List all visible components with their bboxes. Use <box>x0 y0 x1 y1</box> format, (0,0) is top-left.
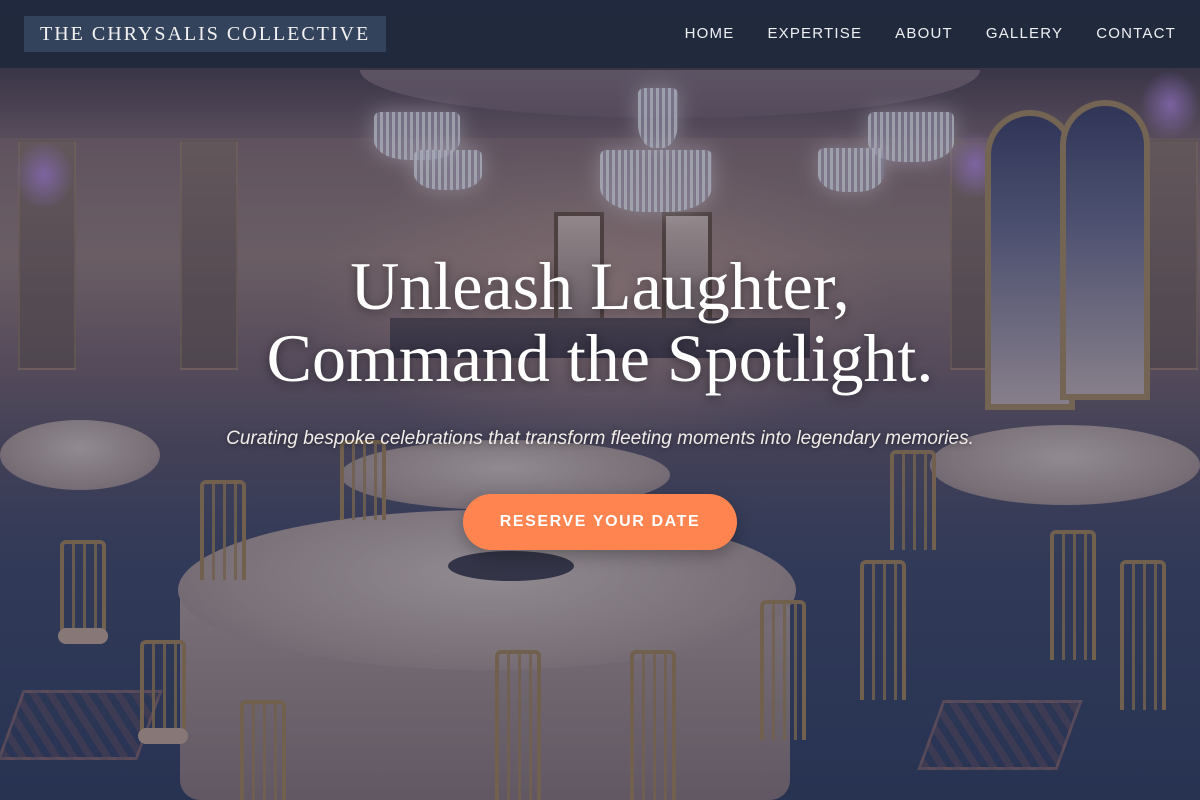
nav-item-gallery: GALLERY <box>986 25 1063 43</box>
nav-link-contact[interactable]: CONTACT <box>1096 25 1176 42</box>
hero-content: Unleash Laughter, Command the Spotlight.… <box>0 250 1200 550</box>
nav-item-about: ABOUT <box>895 25 953 43</box>
top-navbar: THE CHRYSALIS COLLECTIVE HOME EXPERTISE … <box>0 0 1200 68</box>
nav-menu: HOME EXPERTISE ABOUT GALLERY CONTACT <box>685 0 1176 68</box>
reserve-date-button[interactable]: RESERVE YOUR DATE <box>463 494 737 550</box>
nav-link-expertise[interactable]: EXPERTISE <box>767 25 862 42</box>
nav-item-expertise: EXPERTISE <box>767 25 862 43</box>
hero-title-line-2: Command the Spotlight. <box>266 320 934 396</box>
nav-item-home: HOME <box>685 25 735 43</box>
nav-item-contact: CONTACT <box>1096 25 1176 43</box>
nav-link-home[interactable]: HOME <box>685 25 735 42</box>
brand-logo[interactable]: THE CHRYSALIS COLLECTIVE <box>24 16 387 52</box>
nav-link-about[interactable]: ABOUT <box>895 25 953 42</box>
hero-title-line-1: Unleash Laughter, <box>350 248 850 324</box>
hero-subtitle: Curating bespoke celebrations that trans… <box>226 428 974 449</box>
hero-title: Unleash Laughter, Command the Spotlight. <box>0 250 1200 394</box>
nav-link-gallery[interactable]: GALLERY <box>986 25 1063 42</box>
